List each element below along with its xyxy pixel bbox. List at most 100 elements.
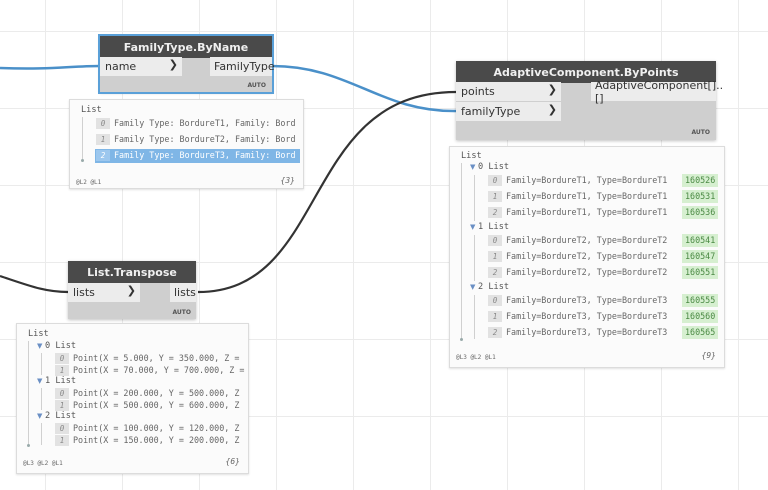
output-port-lists[interactable]: lists	[170, 283, 196, 302]
port-label: lists	[73, 286, 95, 299]
element-id-badge: 160560	[682, 310, 719, 323]
tree-line	[82, 117, 83, 159]
chevron-right-icon: ❯	[168, 58, 178, 71]
output-port-adaptivecomponent[interactable]: AdaptiveComponent[]..[]	[591, 79, 723, 105]
element-id-badge: 160536	[682, 206, 719, 219]
chevron-right-icon: ❯	[547, 103, 557, 116]
port-label: name	[105, 60, 137, 73]
sublist-label: 0 List	[478, 162, 510, 172]
input-port-points[interactable]: points ❯	[456, 82, 561, 101]
list-levels: @L3 @L2 @L1	[456, 354, 496, 361]
list-index: 1	[96, 134, 110, 145]
input-port-name[interactable]: name ❯	[100, 57, 182, 76]
list-index: 0	[55, 353, 69, 364]
collapse-chevron-icon[interactable]: ▼	[37, 377, 42, 385]
list-item[interactable]: Point(X = 200.000, Y = 500.000, Z	[73, 388, 239, 398]
list-item[interactable]: Family=BordureT1, Type=BordureT1	[506, 175, 667, 185]
list-index: 0	[55, 388, 69, 399]
collapse-chevron-icon[interactable]: ▼	[37, 342, 42, 350]
list-item[interactable]: Point(X = 5.000, Y = 350.000, Z =	[73, 353, 239, 363]
list-index: 1	[488, 191, 502, 202]
item-count: {9}	[701, 351, 716, 360]
element-id-badge: 160541	[682, 234, 719, 247]
element-id-badge: 160555	[682, 294, 719, 307]
preview-adaptivecomponent[interactable]: List ▼ 0 List 0 Family=BordureT1, Type=B…	[449, 146, 725, 368]
list-item[interactable]: Family Type: BordureT1, Family: Bord	[114, 118, 296, 128]
tree-line	[41, 423, 42, 445]
list-index: 0	[488, 175, 502, 186]
input-port-familytype[interactable]: familyType ❯	[456, 102, 561, 121]
list-item[interactable]: Family=BordureT2, Type=BordureT2	[506, 251, 667, 261]
sublist-label: 1 List	[478, 222, 510, 232]
chevron-right-icon: ❯	[547, 83, 557, 96]
sublist-label: 2 List	[45, 411, 77, 421]
tree-dot	[81, 159, 84, 162]
list-index: 0	[488, 295, 502, 306]
wire-lists-input	[0, 274, 69, 294]
collapse-chevron-icon[interactable]: ▼	[470, 163, 475, 171]
preview-list-transpose[interactable]: List ▼ 0 List 0 Point(X = 5.000, Y = 350…	[16, 323, 249, 474]
element-id-badge: 160526	[682, 174, 719, 187]
tree-line	[474, 235, 475, 281]
lacing-label: AUTO	[247, 82, 266, 89]
list-index: 0	[488, 235, 502, 246]
lacing-label: AUTO	[691, 129, 710, 136]
list-item[interactable]: Point(X = 150.000, Y = 200.000, Z	[73, 435, 239, 445]
tree-line	[474, 295, 475, 339]
list-index: 2	[96, 150, 110, 161]
port-label: familyType	[461, 105, 521, 118]
lacing-label: AUTO	[172, 309, 191, 316]
preview-familytype[interactable]: List 0 Family Type: BordureT1, Family: B…	[69, 99, 304, 189]
node-list-transpose[interactable]: List.Transpose lists ❯ lists AUTO	[68, 261, 196, 319]
list-index: 0	[55, 423, 69, 434]
list-item[interactable]: Family=BordureT1, Type=BordureT1	[506, 191, 667, 201]
preview-root-label: List	[28, 329, 49, 339]
preview-root-label: List	[461, 151, 482, 161]
node-title: List.Transpose	[68, 261, 196, 283]
sublist-label: 1 List	[45, 376, 77, 386]
tree-dot	[27, 444, 30, 447]
list-item[interactable]: Family=BordureT3, Type=BordureT3	[506, 311, 667, 321]
node-familytype-byname[interactable]: FamilyType.ByName name ❯ FamilyType AUTO	[98, 34, 275, 94]
element-id-badge: 160547	[682, 250, 719, 263]
list-index: 2	[488, 327, 502, 338]
port-label: points	[461, 85, 495, 98]
collapse-chevron-icon[interactable]: ▼	[470, 283, 475, 291]
wire-name-input	[0, 64, 101, 70]
list-item-selected[interactable]: Family Type: BordureT3, Family: Bord	[114, 150, 296, 160]
list-item[interactable]: Family Type: BordureT2, Family: Bord	[114, 134, 296, 144]
list-index: 1	[55, 435, 69, 446]
node-adaptivecomponent-bypoints[interactable]: AdaptiveComponent.ByPoints points ❯ fami…	[456, 61, 723, 140]
preview-root-label: List	[81, 105, 102, 115]
element-id-badge: 160551	[682, 266, 719, 279]
item-count: {6}	[225, 457, 240, 466]
collapse-chevron-icon[interactable]: ▼	[37, 412, 42, 420]
element-id-badge: 160565	[682, 326, 719, 339]
list-item[interactable]: Family=BordureT2, Type=BordureT2	[506, 267, 667, 277]
list-index: 2	[488, 207, 502, 218]
list-item[interactable]: Family=BordureT1, Type=BordureT1	[506, 207, 667, 217]
sublist-label: 0 List	[45, 341, 77, 351]
tree-line	[41, 353, 42, 375]
list-index: 1	[488, 251, 502, 262]
tree-line	[461, 163, 462, 339]
tree-dot	[460, 338, 463, 341]
list-index: 1	[488, 311, 502, 322]
list-index: 1	[55, 365, 69, 376]
tree-line	[41, 388, 42, 410]
input-port-lists[interactable]: lists ❯	[68, 283, 140, 302]
port-label: AdaptiveComponent[]..[]	[595, 78, 724, 105]
list-item[interactable]: Point(X = 70.000, Y = 700.000, Z =	[73, 365, 244, 375]
port-label: lists	[174, 286, 196, 299]
list-item[interactable]: Family=BordureT3, Type=BordureT3	[506, 327, 667, 337]
list-item[interactable]: Family=BordureT2, Type=BordureT2	[506, 235, 667, 245]
list-item[interactable]: Family=BordureT3, Type=BordureT3	[506, 295, 667, 305]
list-index: 2	[488, 267, 502, 278]
list-item[interactable]: Point(X = 500.000, Y = 600.000, Z	[73, 400, 239, 410]
output-port-familytype[interactable]: FamilyType	[210, 57, 275, 76]
collapse-chevron-icon[interactable]: ▼	[470, 223, 475, 231]
item-count: {3}	[280, 176, 295, 185]
list-item[interactable]: Point(X = 100.000, Y = 120.000, Z	[73, 423, 239, 433]
list-levels: @L3 @L2 @L1	[23, 460, 63, 467]
node-title: FamilyType.ByName	[100, 36, 272, 58]
